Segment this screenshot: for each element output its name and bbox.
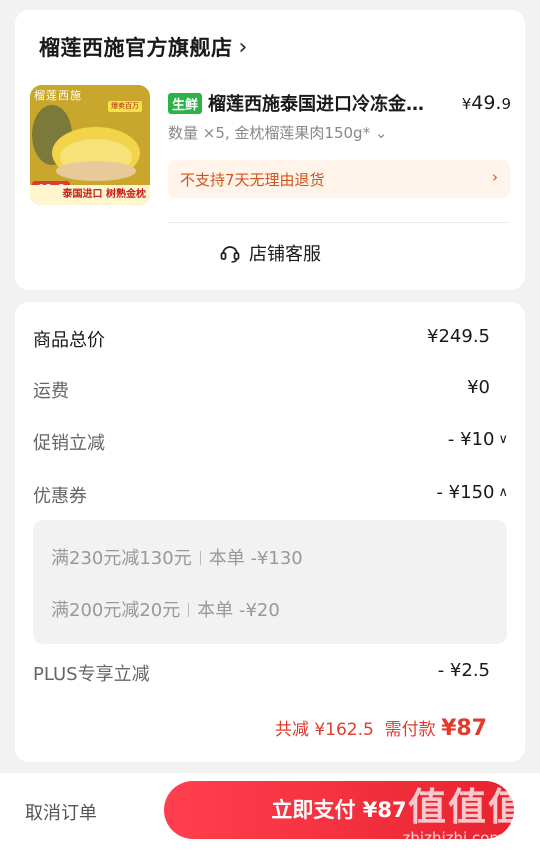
coupon-item: 满200元减20元 本单 -¥20 — [51, 596, 280, 622]
total-off-value: ¥162.5 — [314, 720, 374, 740]
customer-service-button[interactable]: 店铺客服 — [15, 240, 525, 266]
promo-value-group: - ¥10 ∨ — [448, 429, 508, 450]
shop-name-link[interactable]: 榴莲西施官方旗舰店 › — [39, 32, 248, 62]
watermark-logo: 值值值 — [407, 785, 528, 829]
fresh-badge: 生鲜 — [168, 92, 203, 114]
need-pay-label: 需付款 — [384, 720, 436, 740]
goods-total-value: ¥249.5 — [427, 326, 490, 347]
product-title[interactable]: 生鲜 榴莲西施泰国进口冷冻金枕榴莲果肉 — [168, 90, 438, 116]
cancel-order-button[interactable]: 取消订单 — [25, 799, 97, 825]
thumb-banner: 泰国进口 树熟金枕 — [30, 185, 150, 205]
separator — [199, 551, 201, 565]
promo-row[interactable]: 促销立减 - ¥10 ∨ — [33, 429, 510, 459]
chevron-down-icon: ∨ — [498, 432, 508, 447]
shop-order-card: 榴莲西施官方旗舰店 › 榴莲西施 爆卖百万 49.9 泰国进口 树熟金枕 生鲜 … — [15, 10, 525, 290]
shipping-label: 运费 — [33, 381, 69, 402]
product-price: ¥49.9 — [462, 92, 511, 114]
chevron-right-icon: › — [492, 168, 498, 186]
watermark-domain: zhizhizhi.com — [402, 829, 504, 847]
chevron-up-icon: ∧ — [498, 485, 508, 500]
return-policy-text: 不支持7天无理由退货 — [180, 171, 325, 189]
shipping-row: 运费 ¥0 — [33, 377, 510, 407]
coupon-value-group: - ¥150 ∧ — [436, 482, 508, 503]
product-thumbnail[interactable]: 榴莲西施 爆卖百万 49.9 泰国进口 树熟金枕 — [30, 85, 150, 205]
plus-label: PLUS专享立减 — [33, 664, 150, 685]
price-dec: 9 — [501, 95, 511, 113]
coupon-item: 满230元减130元 本单 -¥130 — [51, 544, 303, 570]
chevron-right-icon: › — [238, 34, 248, 60]
coupon-row[interactable]: 优惠券 - ¥150 ∧ — [33, 482, 510, 512]
total-off-label: 共减 — [274, 720, 309, 740]
coupon-amount: 本单 -¥20 — [197, 600, 280, 621]
coupon-name: 满200元减20元 — [51, 600, 181, 621]
thumb-brand-text: 榴莲西施 — [34, 89, 82, 102]
order-totals: 共减 ¥162.5 需付款 ¥87 — [275, 715, 487, 741]
return-policy-note[interactable]: 不支持7天无理由退货 › — [168, 160, 510, 198]
goods-total-label: 商品总价 — [33, 330, 105, 351]
shipping-value: ¥0 — [467, 377, 490, 398]
coupon-detail-box: 满230元减130元 本单 -¥130 满200元减20元 本单 -¥20 — [33, 520, 507, 644]
product-title-text: 榴莲西施泰国进口冷冻金枕榴莲果肉 — [208, 94, 438, 115]
coupon-value: - ¥150 — [436, 482, 495, 503]
price-detail-card: 商品总价 ¥249.5 运费 ¥0 促销立减 - ¥10 ∨ 优惠券 - ¥150… — [15, 302, 525, 762]
coupon-label: 优惠券 — [33, 486, 87, 507]
coupon-name: 满230元减130元 — [51, 548, 192, 569]
price-int: 49. — [471, 92, 502, 114]
headset-icon — [220, 246, 240, 263]
price-symbol: ¥ — [461, 95, 472, 113]
plus-value: - ¥2.5 — [437, 660, 490, 681]
need-pay-value: ¥87 — [441, 716, 487, 741]
coupon-amount: 本单 -¥130 — [208, 548, 303, 569]
goods-total-row: 商品总价 ¥249.5 — [33, 326, 510, 356]
separator — [188, 603, 190, 617]
divider — [168, 222, 510, 223]
thumb-tag: 爆卖百万 — [108, 101, 142, 112]
product-spec[interactable]: 数量 ×5, 金枕榴莲果肉150g* ⌄ — [168, 122, 387, 143]
plus-discount-row: PLUS专享立减 - ¥2.5 — [33, 660, 510, 690]
promo-value: - ¥10 — [447, 429, 495, 450]
promo-label: 促销立减 — [33, 433, 105, 454]
shop-name: 榴莲西施官方旗舰店 — [39, 36, 233, 60]
customer-service-label: 店铺客服 — [249, 244, 321, 265]
